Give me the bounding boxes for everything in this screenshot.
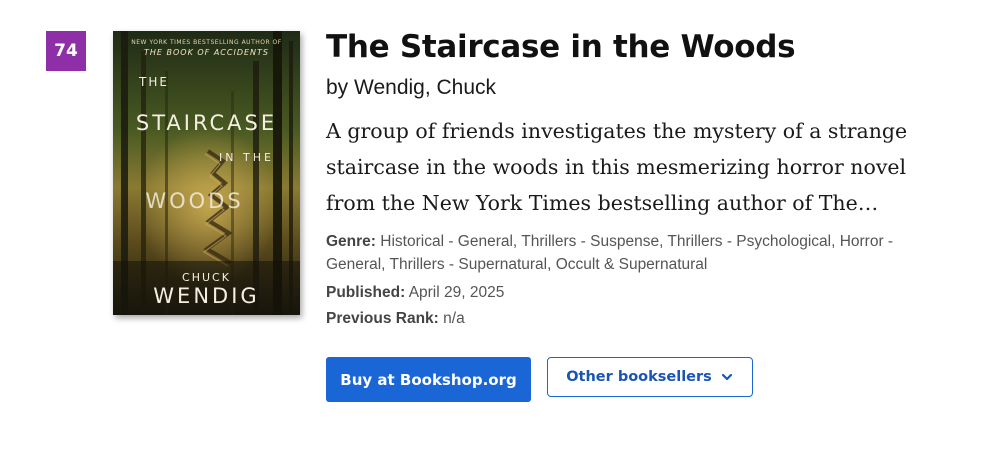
published-value: April 29, 2025 [408,284,505,301]
cover-title-the: THE [139,75,169,89]
cover-author-first: CHUCK [182,271,231,284]
published-row: Published: April 29, 2025 [326,281,926,304]
buy-bookshop-button[interactable]: Buy at Bookshop.org [326,357,531,402]
cover-title-in-the: IN THE [219,151,274,164]
cover-title-staircase: STAIRCASE [135,111,278,135]
book-description: A group of friends investigates the myst… [326,119,908,215]
cover-tagline: NEW YORK TIMES BESTSELLING AUTHOR OF [131,39,282,46]
rank-badge: 74 [46,31,86,71]
book-list-entry: 74 NEW YORK TIMES BESTSELLING AUTHOR OF … [0,0,1000,453]
other-booksellers-label: Other booksellers [566,369,712,385]
previous-rank-row: Previous Rank: n/a [326,307,926,330]
book-cover[interactable]: NEW YORK TIMES BESTSELLING AUTHOR OF THE… [113,31,300,315]
cover-title-woods: WOODS [145,189,244,213]
genre-label: Genre: [326,233,376,250]
book-title[interactable]: The Staircase in the Woods [326,29,796,65]
buy-bookshop-label: Buy at Bookshop.org [340,370,517,389]
previous-rank-label: Previous Rank: [326,310,439,327]
previous-rank-value: n/a [443,310,465,327]
chevron-down-icon [721,373,732,381]
cover-author-last: WENDIG [153,284,260,308]
cover-tagline-book: THE BOOK OF ACCIDENTS [144,48,269,57]
book-byline: by Wendig, Chuck [326,76,497,99]
genre-value: Historical - General, Thrillers - Suspen… [326,233,894,273]
genre-row: Genre: Historical - General, Thrillers -… [326,230,926,276]
other-booksellers-button[interactable]: Other booksellers [547,357,753,397]
published-label: Published: [326,284,406,301]
